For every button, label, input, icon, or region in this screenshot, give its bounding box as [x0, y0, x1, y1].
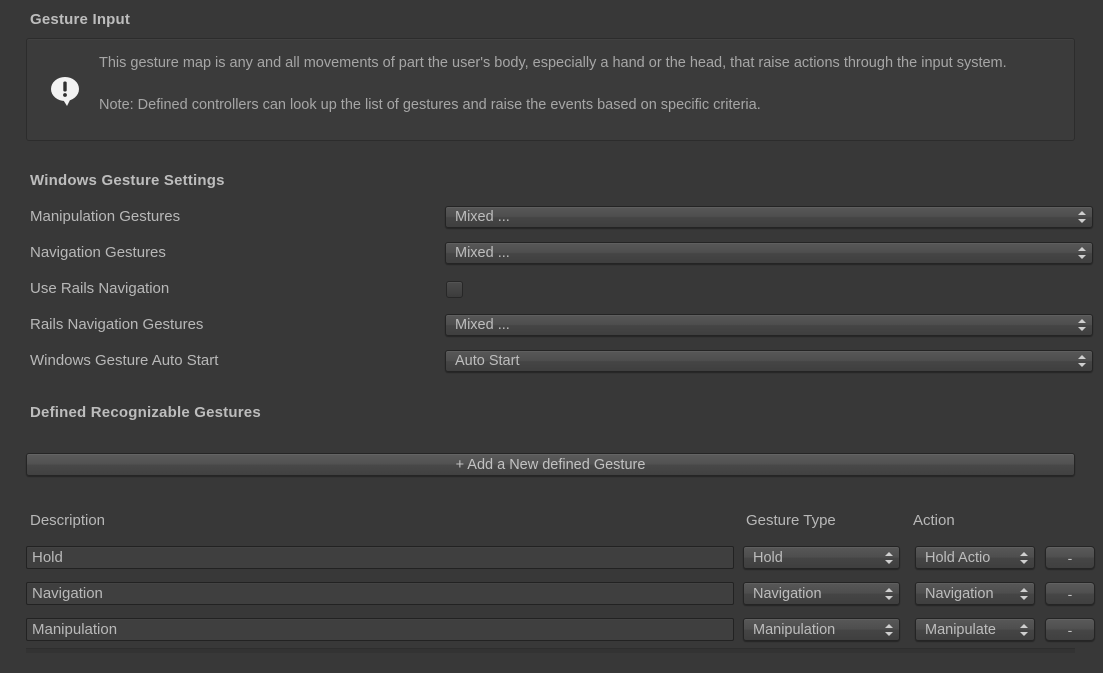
add-new-defined-gesture-button[interactable]: + Add a New defined Gesture	[26, 453, 1075, 476]
windows-gesture-settings-title: Windows Gesture Settings	[30, 172, 225, 189]
popup-rails-navigation-gestures[interactable]: Mixed ...	[445, 314, 1093, 336]
description-value-row-1: Navigation	[32, 585, 103, 602]
help-box-paragraph-1: This gesture map is any and all movement…	[99, 53, 1064, 74]
page-title: Gesture Input	[30, 11, 130, 28]
gesture-type-value-row-0: Hold	[753, 548, 879, 568]
popup-navigation-gestures[interactable]: Mixed ...	[445, 242, 1093, 264]
description-input-row-0[interactable]: Hold	[26, 546, 734, 569]
gesture-type-popup-row-0[interactable]: Hold	[743, 546, 900, 569]
popup-windows-gesture-auto-start-value: Auto Start	[455, 351, 1072, 371]
description-input-row-1[interactable]: Navigation	[26, 582, 734, 605]
popup-manipulation-gestures-value: Mixed ...	[455, 207, 1072, 227]
description-value-row-0: Hold	[32, 549, 63, 566]
chevron-updown-icon	[1018, 587, 1030, 601]
remove-gesture-label-row-2: -	[1068, 625, 1073, 635]
popup-manipulation-gestures[interactable]: Mixed ...	[445, 206, 1093, 228]
chevron-updown-icon	[1076, 246, 1088, 260]
remove-gesture-button-row-2[interactable]: -	[1045, 618, 1095, 641]
action-value-row-2: Manipulate	[925, 620, 1014, 640]
add-new-defined-gesture-label: + Add a New defined Gesture	[456, 457, 646, 473]
action-popup-row-0[interactable]: Hold Actio	[915, 546, 1035, 569]
remove-gesture-button-row-1[interactable]: -	[1045, 582, 1095, 605]
label-rails-navigation-gestures: Rails Navigation Gestures	[30, 316, 203, 333]
chevron-updown-icon	[1018, 551, 1030, 565]
remove-gesture-label-row-0: -	[1068, 553, 1073, 563]
description-value-row-2: Manipulation	[32, 621, 117, 638]
gesture-type-value-row-2: Manipulation	[753, 620, 879, 640]
action-popup-row-1[interactable]: Navigation	[915, 582, 1035, 605]
info-balloon-icon	[49, 75, 83, 107]
help-box-text: This gesture map is any and all movement…	[99, 53, 1064, 116]
list-footer-divider	[26, 648, 1075, 653]
label-windows-gesture-auto-start: Windows Gesture Auto Start	[30, 352, 218, 369]
popup-windows-gesture-auto-start[interactable]: Auto Start	[445, 350, 1093, 372]
popup-rails-navigation-gestures-value: Mixed ...	[455, 315, 1072, 335]
help-box-paragraph-2: Note: Defined controllers can look up th…	[99, 95, 1064, 116]
action-value-row-1: Navigation	[925, 584, 1014, 604]
help-box: This gesture map is any and all movement…	[26, 38, 1075, 141]
popup-navigation-gestures-value: Mixed ...	[455, 243, 1072, 263]
label-use-rails-navigation: Use Rails Navigation	[30, 280, 169, 297]
gesture-type-popup-row-2[interactable]: Manipulation	[743, 618, 900, 641]
gesture-type-value-row-1: Navigation	[753, 584, 879, 604]
label-manipulation-gestures: Manipulation Gestures	[30, 208, 180, 225]
gesture-input-inspector-panel: Gesture Input This gesture map is any an…	[0, 0, 1103, 673]
chevron-updown-icon	[883, 551, 895, 565]
description-input-row-2[interactable]: Manipulation	[26, 618, 734, 641]
column-header-action: Action	[913, 512, 955, 529]
chevron-updown-icon	[1076, 318, 1088, 332]
remove-gesture-label-row-1: -	[1068, 589, 1073, 599]
checkbox-use-rails-navigation[interactable]	[446, 281, 463, 298]
chevron-updown-icon	[883, 623, 895, 637]
remove-gesture-button-row-0[interactable]: -	[1045, 546, 1095, 569]
gesture-type-popup-row-1[interactable]: Navigation	[743, 582, 900, 605]
chevron-updown-icon	[1076, 354, 1088, 368]
chevron-updown-icon	[883, 587, 895, 601]
label-navigation-gestures: Navigation Gestures	[30, 244, 166, 261]
chevron-updown-icon	[1076, 210, 1088, 224]
action-popup-row-2[interactable]: Manipulate	[915, 618, 1035, 641]
column-header-gesture-type: Gesture Type	[746, 512, 836, 529]
chevron-updown-icon	[1018, 623, 1030, 637]
column-header-description: Description	[30, 512, 105, 529]
action-value-row-0: Hold Actio	[925, 548, 1014, 568]
defined-gestures-title: Defined Recognizable Gestures	[30, 404, 261, 421]
